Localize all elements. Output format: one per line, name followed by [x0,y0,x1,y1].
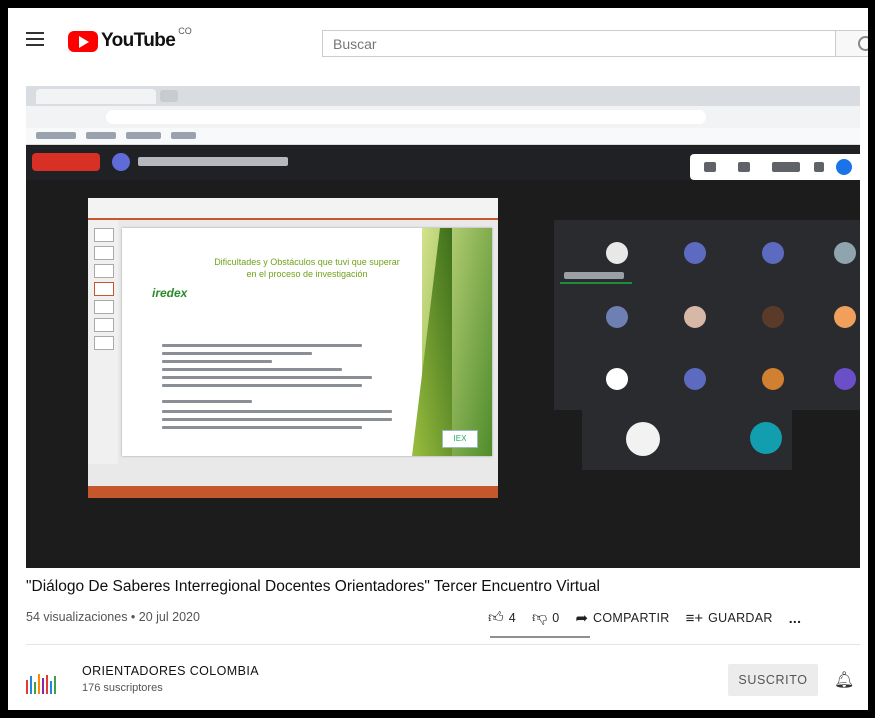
country-code: CO [178,26,192,36]
playlist-add-icon: ≡+ [685,609,704,627]
play-logo-icon [68,30,98,52]
presenter-name [138,157,288,166]
more-actions-button[interactable]: ... [789,610,802,626]
like-ratio-bar [490,636,590,638]
active-speaker-label [564,272,624,279]
participants-grid-bottom [582,410,792,470]
ppt-ribbon [88,198,498,220]
share-button[interactable]: ➦ COMPARTIR [575,609,669,627]
active-speaker-indicator [560,282,632,284]
slide-logo: iredex [152,286,188,300]
share-label: COMPARTIR [593,611,670,625]
slide-title: Dificultades y Obstáculos que tuvi que s… [214,257,400,279]
hamburger-icon[interactable] [26,32,44,46]
shared-presentation: iredex Dificultades y Obstáculos que tuv… [88,198,498,498]
dislike-button[interactable]: 👎︎ 0 [532,609,560,627]
subscriber-count: 176 suscriptores [82,682,163,694]
browser-address-bar [26,106,860,128]
youtube-logo[interactable]: YouTube CO [68,26,192,52]
video-title: "Diálogo De Saberes Interregional Docent… [26,578,600,595]
browser-tab-strip [26,86,860,106]
thumb-up-icon: 👍︎ [488,609,504,626]
bookmarks-bar [26,128,860,145]
browser-tab [36,89,156,104]
masthead: YouTube CO Buscar [8,8,868,68]
like-button[interactable]: 👍︎ 4 [488,609,516,627]
youtube-page: YouTube CO Buscar iredex Dificultades y … [8,8,868,710]
video-stats: 54 visualizaciones • 20 jul 2020 [26,610,200,624]
url-box [106,110,706,124]
presenter-avatar [112,153,130,171]
divider [26,644,860,645]
presenting-badge [32,153,100,171]
save-label: GUARDAR [708,611,773,625]
save-button[interactable]: ≡+ GUARDAR [686,610,773,627]
user-avatar [836,159,852,175]
search-icon [858,36,868,51]
search-input[interactable]: Buscar [322,30,836,57]
video-player[interactable]: iredex Dificultades y Obstáculos que tuv… [26,86,860,568]
channel-avatar[interactable] [26,670,58,694]
subscribe-button[interactable]: SUSCRITO [728,664,818,696]
bell-icon[interactable]: 🔔︎ [834,670,854,689]
video-actions: 👍︎ 4 👎︎ 0 ➦ COMPARTIR ≡+ GUARDAR ... [488,606,817,630]
like-count: 4 [508,611,516,625]
slide-thumbnails [88,220,118,464]
browser-tab-2 [160,90,178,102]
more-label: ... [788,610,802,626]
share-arrow-icon: ➦ [575,610,589,627]
participants-grid [554,220,860,410]
search-button[interactable] [836,30,868,57]
channel-name[interactable]: ORIENTADORES COLOMBIA [82,664,259,678]
meet-controls [690,154,860,180]
logo-text: YouTube [101,30,176,51]
slide: iredex Dificultades y Obstáculos que tuv… [122,228,492,456]
thumb-down-icon: 👎︎ [531,609,548,626]
windows-taskbar [88,486,498,498]
dislike-count: 0 [552,611,560,625]
slide-footer-logo: IEX [442,430,478,448]
